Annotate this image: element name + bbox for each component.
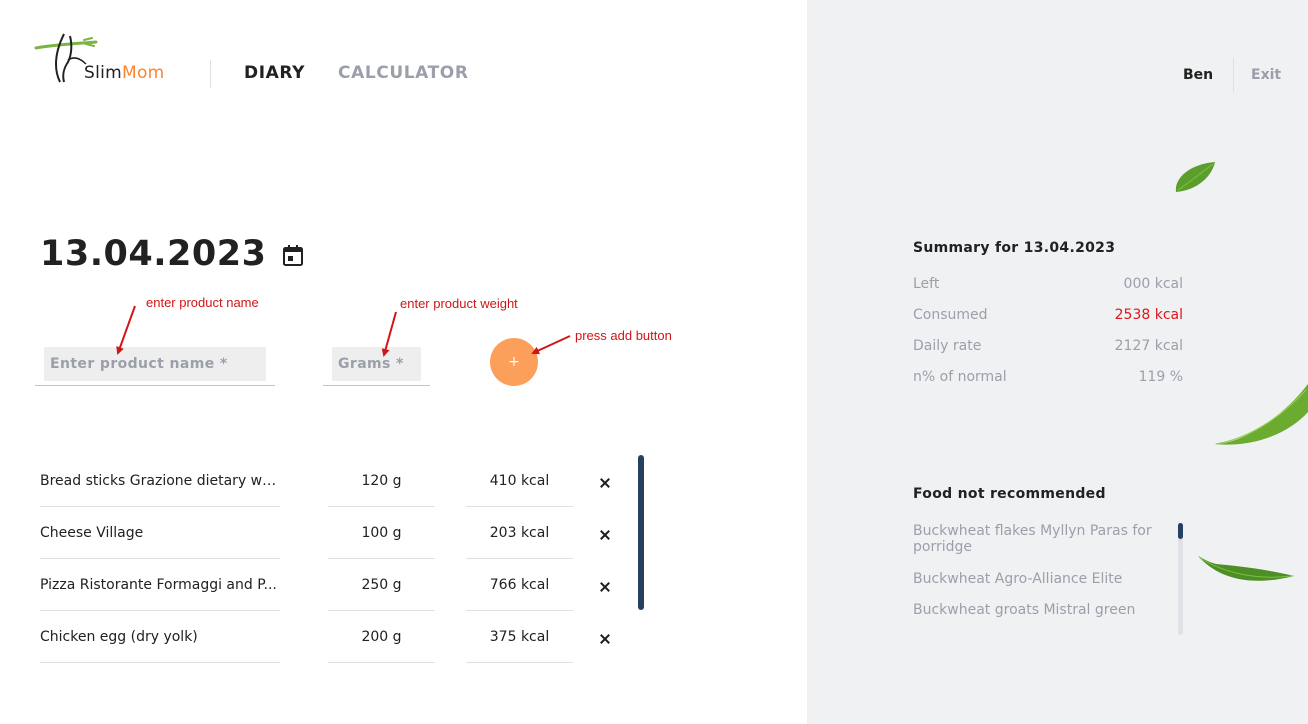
user-name[interactable]: Ben (1183, 67, 1213, 83)
row-divider (328, 662, 435, 663)
logo-text-mom: Mom (122, 63, 165, 83)
row-divider (40, 662, 280, 663)
summary-value-consumed: 2538 kcal (1114, 307, 1183, 323)
summary-label-daily-rate: Daily rate (913, 338, 982, 354)
product-list-scrollbar[interactable] (638, 455, 644, 610)
summary-label-percent-normal: n% of normal (913, 369, 1007, 385)
summary-value-daily-rate: 2127 kcal (1114, 338, 1183, 354)
annotation-product-name: enter product name (146, 295, 259, 310)
row-divider (40, 506, 280, 507)
product-kcal-cell: 375 kcal (489, 629, 550, 645)
food-not-recommended-item: Buckwheat Agro-Alliance Elite (913, 571, 1123, 587)
product-name-cell: Pizza Ristorante Formaggi and P... (40, 577, 277, 593)
product-name-cell: Chicken egg (dry yolk) (40, 629, 198, 645)
summary-label-left: Left (913, 276, 940, 292)
annotation-add-button: press add button (575, 328, 672, 343)
delete-product-icon[interactable] (596, 474, 614, 492)
delete-product-icon[interactable] (596, 526, 614, 544)
summary-value-percent-normal: 119 % (1138, 369, 1183, 385)
calendar-icon[interactable] (283, 245, 303, 266)
exit-button[interactable]: Exit (1251, 67, 1281, 83)
product-grams-cell: 250 g (361, 577, 402, 593)
arrow-to-add-button (531, 335, 571, 355)
row-divider (466, 558, 573, 559)
food-not-recommended-title: Food not recommended (913, 486, 1106, 502)
nav-calculator-link[interactable]: CALCULATOR (338, 63, 469, 83)
product-kcal-cell: 410 kcal (489, 473, 550, 489)
row-divider (40, 610, 280, 611)
row-divider (328, 610, 435, 611)
annotation-product-weight: enter product weight (400, 296, 518, 311)
food-not-recommended-item: Buckwheat groats Mistral green (913, 602, 1136, 618)
add-product-button[interactable]: + (490, 338, 538, 386)
diary-date: 13.04.2023 (40, 234, 267, 274)
leaf-decoration-bottom (1198, 556, 1294, 581)
row-divider (40, 558, 280, 559)
summary-label-consumed: Consumed (913, 307, 988, 323)
product-name-input[interactable]: Enter product name * (44, 347, 266, 381)
product-kcal-cell: 203 kcal (489, 525, 550, 541)
summary-title: Summary for 13.04.2023 (913, 240, 1116, 256)
product-input-underline (35, 385, 275, 386)
food-not-recommended-item: Buckwheat flakes Myllyn Paras for porrid… (913, 523, 1152, 555)
product-name-cell: Cheese Village (40, 525, 144, 541)
row-divider (328, 506, 435, 507)
product-grams-cell: 120 g (361, 473, 402, 489)
logo-text: SlimMom (84, 63, 165, 83)
row-divider (466, 506, 573, 507)
leaf-decoration-middle (1214, 384, 1308, 445)
product-kcal-cell: 766 kcal (489, 577, 550, 593)
delete-product-icon[interactable] (596, 578, 614, 596)
product-grams-cell: 200 g (361, 629, 402, 645)
product-grams-cell: 100 g (361, 525, 402, 541)
leaf-decoration-top (1175, 162, 1215, 192)
product-name-cell: Bread sticks Grazione dietary wi... (40, 473, 280, 489)
food-list-scroll-track[interactable] (1178, 523, 1183, 635)
row-divider (328, 558, 435, 559)
summary-value-left: 000 kcal (1123, 276, 1183, 292)
grams-input-underline (323, 385, 430, 386)
user-divider (1233, 58, 1234, 92)
delete-product-icon[interactable] (596, 630, 614, 648)
nav-diary-link[interactable]: DIARY (244, 63, 305, 83)
grams-input[interactable]: Grams * (332, 347, 421, 381)
row-divider (466, 662, 573, 663)
row-divider (466, 610, 573, 611)
slimmom-logo[interactable]: SlimMom (34, 30, 184, 90)
arrow-to-product-input (116, 305, 136, 355)
header-divider (210, 60, 211, 88)
logo-text-slim: Slim (84, 63, 122, 83)
food-list-scroll-thumb[interactable] (1178, 523, 1183, 539)
